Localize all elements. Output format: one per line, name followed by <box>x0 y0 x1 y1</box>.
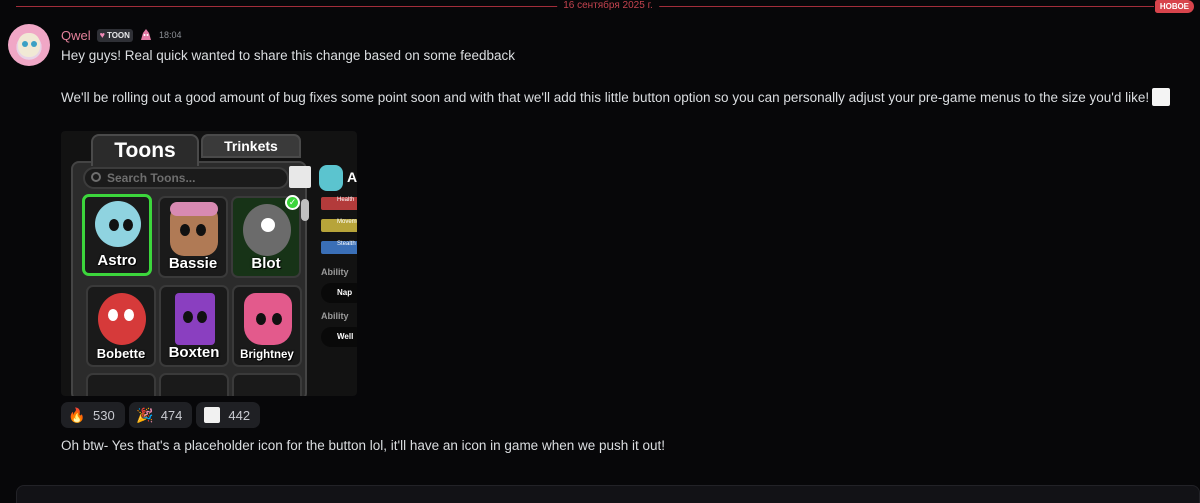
toon-name: Astro <box>97 252 137 269</box>
reaction-count: 530 <box>93 407 115 423</box>
selected-toon-initial: A <box>347 169 357 185</box>
fire-icon: 🔥 <box>68 406 86 423</box>
attached-screenshot[interactable]: Trinkets Toons Search Toons... Astro Bas… <box>61 131 357 396</box>
custom-sticker-icon[interactable] <box>1152 88 1171 106</box>
toon-card: Bassie <box>158 196 228 278</box>
stat-health: Health <box>321 197 357 210</box>
toon-name: Bobette <box>96 346 146 361</box>
reaction-fire[interactable]: 🔥 530 <box>61 402 125 428</box>
message-line-2-text: We'll be rolling out a good amount of bu… <box>61 90 1150 105</box>
message-line-1: Hey guys! Real quick wanted to share thi… <box>61 48 516 63</box>
checkmark-icon: ✓ <box>285 195 300 210</box>
reaction-sticker[interactable]: 442 <box>196 402 261 428</box>
date-divider: 16 сентября 2025 г. НОВОЕ <box>16 0 1200 14</box>
reaction-count: 474 <box>160 407 183 423</box>
toon-name: Brightney <box>240 349 294 361</box>
message-line-3: Oh btw- Yes that's a placeholder icon fo… <box>61 438 666 453</box>
message-composer[interactable] <box>16 485 1200 503</box>
stat-movement: Movement <box>321 219 357 232</box>
toon-search-placeholder: Search Toons... <box>107 171 196 185</box>
toon-card <box>86 373 156 396</box>
toon-card <box>159 373 229 396</box>
search-icon <box>91 172 101 182</box>
tab-trinkets: Trinkets <box>201 134 301 158</box>
tab-toons: Toons <box>91 134 199 166</box>
message-line-2: We'll be rolling out a good amount of bu… <box>61 88 1181 107</box>
scrollbar <box>301 199 309 221</box>
username[interactable]: Qwel <box>61 28 91 43</box>
divider-date: 16 сентября 2025 г. <box>557 0 659 12</box>
party-popper-icon: 🎉 <box>135 406 154 423</box>
toon-card: Brightney <box>232 285 302 367</box>
size-adjust-button <box>289 166 311 188</box>
ability-pill-1: Nap <box>321 283 357 303</box>
avatar[interactable] <box>8 24 50 66</box>
ability-label-2: Ability <box>321 311 349 321</box>
ability-label-1: Ability <box>321 267 349 277</box>
stat-stealth: Stealth <box>321 241 357 254</box>
new-messages-badge[interactable]: НОВОЕ <box>1154 0 1194 13</box>
toon-card <box>232 373 302 396</box>
toon-name: Bassie <box>168 255 218 272</box>
role-icon[interactable] <box>139 28 153 42</box>
toon-card: Astro <box>82 194 152 276</box>
guild-tag-label: TOON <box>106 30 130 40</box>
toon-name: Boxten <box>168 344 220 361</box>
selected-toon-icon <box>319 165 343 191</box>
reaction-count: 442 <box>228 407 251 423</box>
ability-pill-2: Well <box>321 327 357 347</box>
toon-search-field: Search Toons... <box>83 167 289 189</box>
toon-card: Boxten <box>159 285 229 367</box>
toon-name: Blot <box>251 255 281 272</box>
guild-tag[interactable]: ♥ TOON <box>96 28 133 42</box>
reactions-bar: 🔥 530 🎉 474 442 <box>61 402 261 428</box>
timestamp[interactable]: 18:04 <box>159 30 182 40</box>
heart-icon: ♥ <box>99 30 105 40</box>
message-header: Qwel ♥ TOON 18:04 <box>61 27 181 43</box>
reaction-party[interactable]: 🎉 474 <box>128 402 193 428</box>
toon-card: Bobette <box>86 285 156 367</box>
custom-sticker-icon <box>204 407 221 423</box>
toon-detail-panel: A Health Movement Stealth Ability Nap Ab… <box>317 161 357 396</box>
